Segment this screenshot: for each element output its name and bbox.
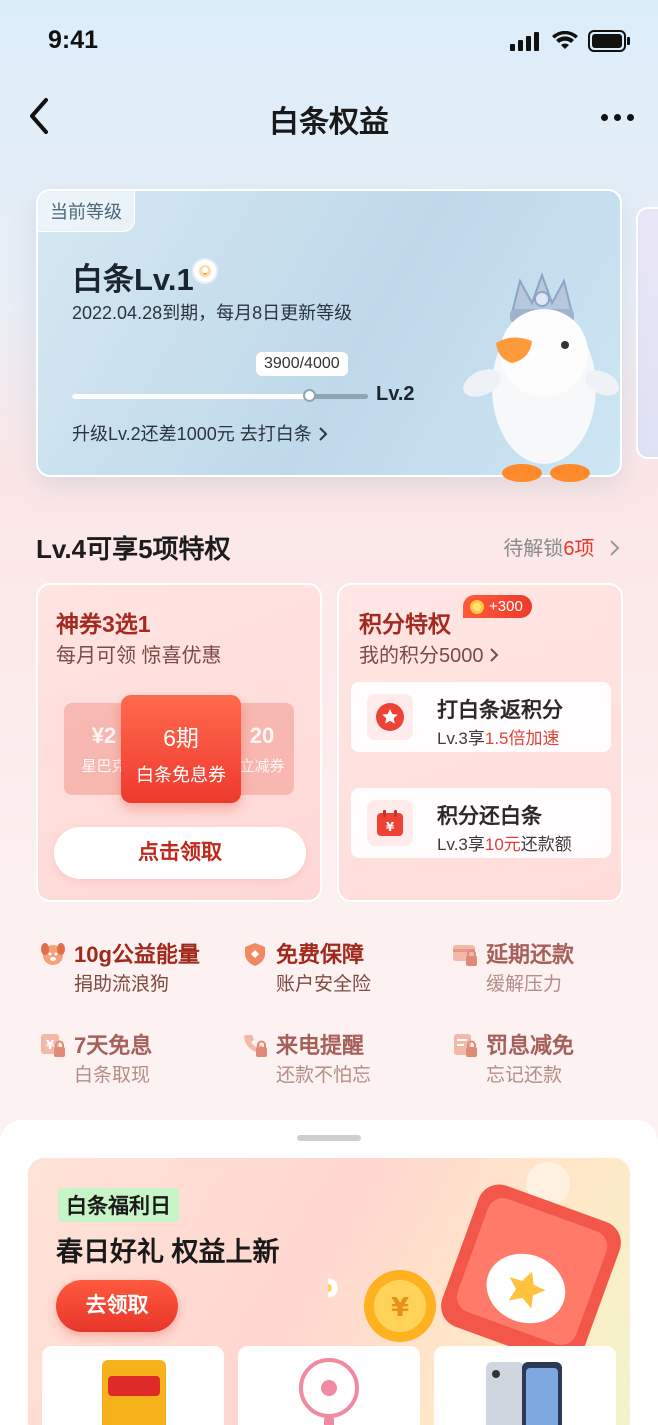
dog-icon: [41, 943, 65, 965]
battery-icon: [588, 30, 630, 52]
privilege-call-reminder[interactable]: 来电提醒 还款不怕忘: [242, 1028, 442, 1092]
signal-icon: [510, 32, 539, 51]
coupon-card-title: 神券3选1: [56, 611, 151, 637]
benefit-desc: Lv.3享10元还款额: [437, 835, 572, 854]
privilege-charity[interactable]: 10g公益能量 捐助流浪狗: [40, 937, 240, 1001]
more-button[interactable]: [594, 100, 640, 134]
privilege-sub: 还款不怕忘: [276, 1065, 372, 1086]
more-dot-icon: [600, 113, 608, 121]
privilege-title: 7天免息: [74, 1033, 153, 1058]
benefit-item-points-return[interactable]: 打白条返积分 Lv.3享1.5倍加速: [351, 682, 611, 752]
my-points-link[interactable]: 我的积分5000: [359, 639, 499, 668]
banner-title: 春日好礼 权益上新: [56, 1237, 280, 1267]
svg-text:¥: ¥: [46, 1038, 55, 1052]
benefit-desc: Lv.3享1.5倍加速: [437, 729, 560, 748]
my-points-label: 我的积分5000: [359, 645, 484, 667]
wifi-icon: [552, 31, 578, 49]
upgrade-link[interactable]: 升级Lv.2还差1000元 去打白条: [72, 420, 329, 446]
privilege-sub: 缓解压力: [486, 974, 563, 995]
privilege-sub: 捐助流浪狗: [74, 974, 170, 995]
pending-unlock-count: 6项: [563, 538, 595, 560]
yen-lock-icon: ¥: [41, 1034, 65, 1057]
status-icons: [510, 30, 630, 52]
privilege-insurance[interactable]: 免费保障 账户安全险: [242, 937, 442, 1001]
promo-banner[interactable]: 白条福利日 春日好礼 权益上新 去领取 ¥: [28, 1158, 630, 1425]
privilege-title: 来电提醒: [276, 1033, 365, 1058]
points-bonus-value: +300: [489, 598, 523, 615]
progress-tooltip: 3900/4000: [256, 352, 348, 376]
banner-tag: 白条福利日: [58, 1188, 179, 1222]
privilege-sub: 忘记还款: [486, 1065, 563, 1086]
duck-mascot-illustration: [463, 272, 619, 482]
claim-coupon-button[interactable]: 点击领取: [54, 827, 306, 879]
smartphone-illustration: [486, 1362, 562, 1425]
svg-text:¥: ¥: [386, 820, 395, 834]
coupon-card-subtitle: 每月可领 惊喜优惠: [56, 645, 222, 667]
handheld-fan-illustration: [299, 1358, 359, 1425]
chevron-right-icon: [490, 648, 499, 662]
star-badge-icon: [367, 694, 413, 740]
privilege-title: 罚息减免: [486, 1033, 575, 1058]
privilege-sub: 白条取现: [74, 1065, 151, 1086]
progress-knob: [303, 389, 316, 402]
product-card-phone[interactable]: [434, 1346, 616, 1425]
privilege-sub: 账户安全险: [276, 974, 372, 995]
coupon-main-period: 6期: [163, 725, 199, 751]
sheet-drag-handle[interactable]: [297, 1135, 361, 1141]
privilege-penalty-waiver[interactable]: 罚息减免 忘记还款: [452, 1028, 652, 1092]
current-level-badge: 当前等级: [38, 191, 135, 232]
privilege-title: 免费保障: [276, 942, 365, 967]
page-title: 白条权益: [269, 106, 389, 139]
privilege-deferral[interactable]: 延期还款 缓解压力: [452, 937, 652, 1001]
status-time: 9:41: [48, 26, 99, 54]
more-dot-icon: [626, 113, 634, 121]
product-card-fan[interactable]: [238, 1346, 420, 1425]
coupon-main[interactable]: 6期 白条免息券: [121, 695, 241, 803]
level-expire-text: 2022.04.28到期，每月8日更新等级: [72, 303, 353, 323]
privileges-title: Lv.4可享5项特权: [36, 534, 231, 564]
next-level-card-peek[interactable]: [636, 207, 658, 459]
red-envelope-illustration: ¥: [328, 1162, 621, 1348]
privilege-title: 10g公益能量: [74, 942, 200, 967]
benefit-title: 打白条返积分: [437, 699, 563, 722]
chevron-right-icon: [610, 540, 620, 556]
next-level-label: Lv.2: [376, 383, 415, 405]
svg-text:¥: ¥: [391, 1293, 409, 1323]
product-card-chips[interactable]: [42, 1346, 224, 1425]
chevron-right-icon: [319, 427, 328, 441]
card-lock-icon: [453, 945, 477, 966]
points-card: 积分特权 +300 我的积分5000 打白条返积分 Lv.3享1.5倍加速 ¥ …: [337, 583, 623, 902]
upgrade-link-label: 升级Lv.2还差1000元 去打白条: [72, 424, 312, 444]
banner-claim-button[interactable]: 去领取: [56, 1280, 178, 1332]
level-card: 当前等级 白条Lv.1 2022.04.28到期，每月8日更新等级 3900/4…: [36, 189, 622, 482]
benefit-item-points-repay[interactable]: ¥ 积分还白条 Lv.3享10元还款额: [351, 788, 611, 858]
chips-bag-illustration: [102, 1360, 166, 1425]
calendar-yen-icon: ¥: [367, 800, 413, 846]
phone-lock-icon: [244, 1035, 267, 1057]
points-bonus-badge: +300: [463, 595, 532, 618]
doc-lock-icon: [454, 1034, 477, 1057]
shield-icon: [245, 943, 265, 966]
level-name: 白条Lv.1: [72, 262, 194, 297]
privilege-title: 延期还款: [486, 942, 575, 967]
points-card-title: 积分特权: [359, 611, 451, 637]
more-dot-icon: [613, 113, 621, 121]
coin-icon: [470, 599, 484, 614]
duck-avatar-icon: [192, 258, 218, 284]
coupon-main-label: 白条免息券: [136, 765, 226, 785]
pending-unlock-label: 待解锁: [503, 538, 564, 560]
coupon-card: 神券3选1 每月可领 惊喜优惠 ¥2 星巴克 20 立减券 6期 白条免息券 点…: [36, 583, 322, 902]
pending-unlock-link[interactable]: 待解锁6项: [503, 532, 622, 561]
progress-fill: [72, 394, 309, 399]
privilege-interest-free[interactable]: ¥ 7天免息 白条取现: [40, 1028, 240, 1092]
benefit-title: 积分还白条: [437, 805, 542, 828]
